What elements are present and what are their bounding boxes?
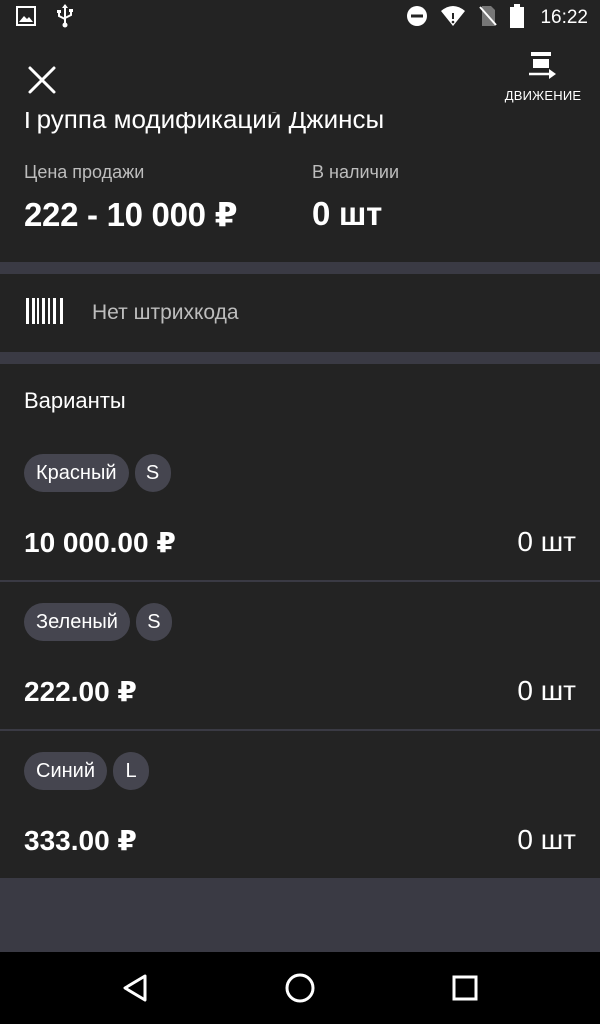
variant-stock: 0 шт: [517, 824, 576, 855]
no-sim-icon: [478, 5, 498, 32]
price-block: Цена продажи 222 - 10 000 ₽: [24, 162, 238, 234]
move-label: ДВИЖЕНИЕ: [504, 88, 582, 103]
variant-color-chip: Красный: [24, 454, 129, 492]
price-value: 222 - 10 000 ₽: [24, 196, 238, 233]
variant-color-chip: Зеленый: [24, 603, 130, 641]
stock-block: В наличии 0 шт: [312, 162, 399, 233]
variant-size-chip: S: [135, 603, 172, 641]
variant-item[interactable]: Синий L 333.00 ₽ 0 шт: [0, 752, 600, 900]
variant-price: 333.00 ₽: [24, 825, 137, 856]
variant-size-chip: L: [113, 752, 150, 790]
battery-icon: [510, 3, 525, 33]
barcode-text: Нет штрихкода: [92, 301, 239, 324]
recents-button[interactable]: [447, 970, 483, 1006]
back-button[interactable]: [117, 970, 153, 1006]
stock-value: 0 шт: [312, 195, 382, 232]
navigation-bar: [0, 952, 600, 1024]
variant-stock: 0 шт: [517, 675, 576, 706]
divider: [0, 580, 600, 582]
close-button[interactable]: [24, 62, 60, 98]
wifi-icon: [440, 5, 466, 32]
usb-icon: [56, 3, 74, 33]
variant-price: 222.00 ₽: [24, 676, 137, 707]
variant-size-chip: S: [134, 454, 171, 492]
price-label: Цена продажи: [24, 162, 145, 182]
variant-stock: 0 шт: [517, 526, 576, 557]
barcode-icon: [26, 297, 64, 329]
home-icon: [285, 973, 315, 1003]
move-button[interactable]: ДВИЖЕНИЕ: [498, 50, 588, 112]
status-time: 16:22: [540, 7, 588, 28]
back-icon: [123, 974, 147, 1002]
stock-label: В наличии: [312, 162, 400, 182]
divider: [0, 729, 600, 731]
toolbar-overlay: [0, 72, 480, 112]
variant-color-chip: Синий: [24, 752, 108, 790]
barcode-row[interactable]: Нет штрихкода: [0, 274, 600, 352]
image-icon: [16, 5, 36, 31]
variant-price: 10 000.00 ₽: [24, 527, 176, 558]
variants-panel: Варианты Красный S 10 000.00 ₽ 0 шт Зеле…: [0, 364, 600, 878]
status-bar: 16:22: [0, 0, 600, 36]
variants-title: Варианты: [24, 388, 126, 413]
move-icon: [529, 52, 556, 79]
do-not-disturb-icon: [406, 5, 428, 32]
product-header: Группа модификаций Джинсы ДВИЖЕНИЕ Цена …: [0, 36, 600, 262]
screen: 16:22 Группа модификаций Джинсы ДВИЖЕНИЕ…: [0, 0, 600, 1024]
home-button[interactable]: [282, 970, 318, 1006]
recents-icon: [452, 975, 478, 1001]
close-icon: [28, 66, 56, 94]
